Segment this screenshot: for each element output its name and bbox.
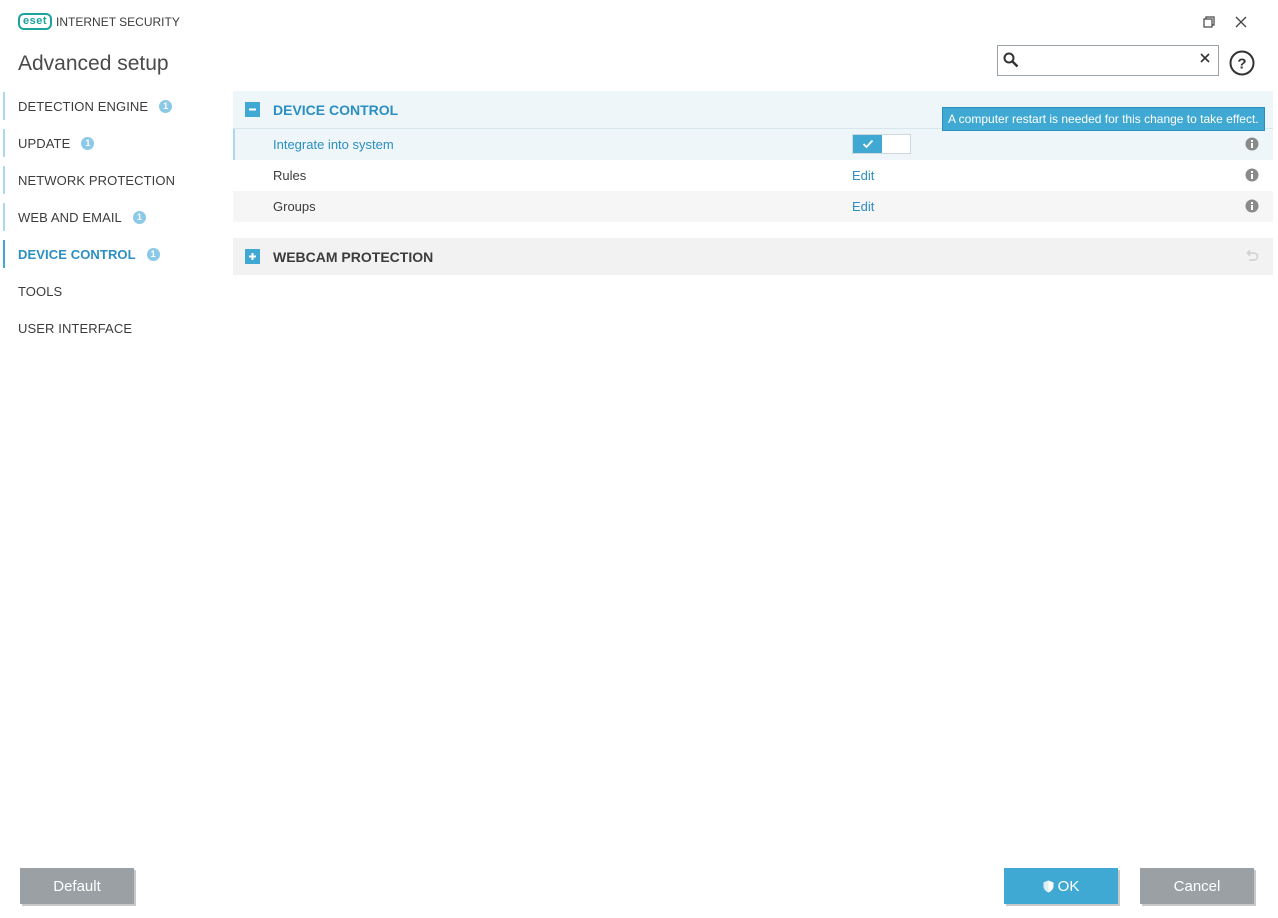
revert-icon[interactable] (1245, 249, 1259, 263)
collapse-button[interactable] (245, 102, 260, 117)
notification-badge: 1 (159, 99, 173, 113)
notification-badge: 1 (132, 210, 146, 224)
section-title: DEVICE CONTROL (273, 101, 399, 118)
sidebar-item-tools[interactable]: TOOLS (3, 277, 223, 305)
cancel-button[interactable]: Cancel (1140, 868, 1254, 904)
setting-row-rules: Rules Edit (233, 160, 1273, 191)
default-button[interactable]: Default (20, 868, 134, 904)
ok-button[interactable]: OK (1004, 868, 1118, 904)
plus-icon (249, 253, 256, 260)
help-icon: ? (1229, 50, 1255, 76)
info-icon[interactable] (1245, 168, 1259, 182)
sidebar-item-label: NETWORK PROTECTION (18, 172, 176, 188)
sidebar-item-label: WEB AND EMAIL (18, 209, 122, 225)
sidebar-item-label: USER INTERFACE (18, 320, 133, 336)
sidebar-item-label: TOOLS (18, 283, 63, 299)
ok-label: OK (1057, 877, 1080, 895)
sidebar-item-detection-engine[interactable]: DETECTION ENGINE 1 (3, 92, 223, 120)
setting-label: Groups (273, 199, 316, 214)
product-name: INTERNET SECURITY (56, 14, 180, 29)
minus-icon (249, 108, 256, 111)
setting-row-integrate-into-system: Integrate into system (233, 129, 1273, 160)
restart-tooltip: A computer restart is needed for this ch… (942, 107, 1265, 131)
notification-badge: 1 (81, 136, 95, 150)
sidebar-item-network-protection[interactable]: NETWORK PROTECTION (3, 166, 223, 194)
rules-edit-link[interactable]: Edit (852, 168, 874, 183)
setting-label: Integrate into system (273, 137, 394, 152)
sidebar-item-web-and-email[interactable]: WEB AND EMAIL 1 (3, 203, 223, 231)
restore-icon (1203, 16, 1215, 28)
setting-row-groups: Groups Edit (233, 191, 1273, 222)
groups-edit-link[interactable]: Edit (852, 199, 874, 214)
page-title: Advanced setup (18, 52, 169, 75)
info-icon[interactable] (1245, 137, 1259, 151)
sidebar-item-label: DEVICE CONTROL (18, 246, 136, 262)
sidebar-item-user-interface[interactable]: USER INTERFACE (3, 314, 223, 342)
section-title: WEBCAM PROTECTION (273, 248, 434, 265)
check-icon (862, 139, 873, 149)
integrate-toggle[interactable] (852, 134, 911, 154)
search-input[interactable] (1026, 50, 1200, 72)
clear-search-icon[interactable] (1199, 52, 1211, 64)
close-icon (1235, 16, 1247, 28)
shield-icon (1043, 880, 1054, 892)
search-box[interactable] (997, 45, 1219, 76)
info-icon[interactable] (1245, 199, 1259, 213)
sidebar-item-update[interactable]: UPDATE 1 (3, 129, 223, 157)
svg-text:?: ? (1237, 56, 1246, 73)
restore-window-button[interactable] (1197, 10, 1221, 34)
toggle-on-indicator (853, 135, 882, 153)
sidebar-item-label: DETECTION ENGINE (18, 98, 149, 114)
setting-label: Rules (273, 168, 307, 183)
close-window-button[interactable] (1229, 10, 1253, 34)
sidebar-item-label: UPDATE (18, 135, 71, 151)
help-button[interactable]: ? (1229, 50, 1255, 76)
sidebar-item-device-control[interactable]: DEVICE CONTROL 1 (3, 240, 223, 268)
search-icon (1003, 52, 1019, 68)
app-logo: eset INTERNET SECURITY (18, 13, 180, 30)
expand-button[interactable] (245, 249, 260, 264)
notification-badge: 1 (146, 247, 160, 261)
eset-logo-badge: eset (18, 13, 53, 30)
section-webcam-protection-header[interactable]: WEBCAM PROTECTION (233, 238, 1273, 275)
